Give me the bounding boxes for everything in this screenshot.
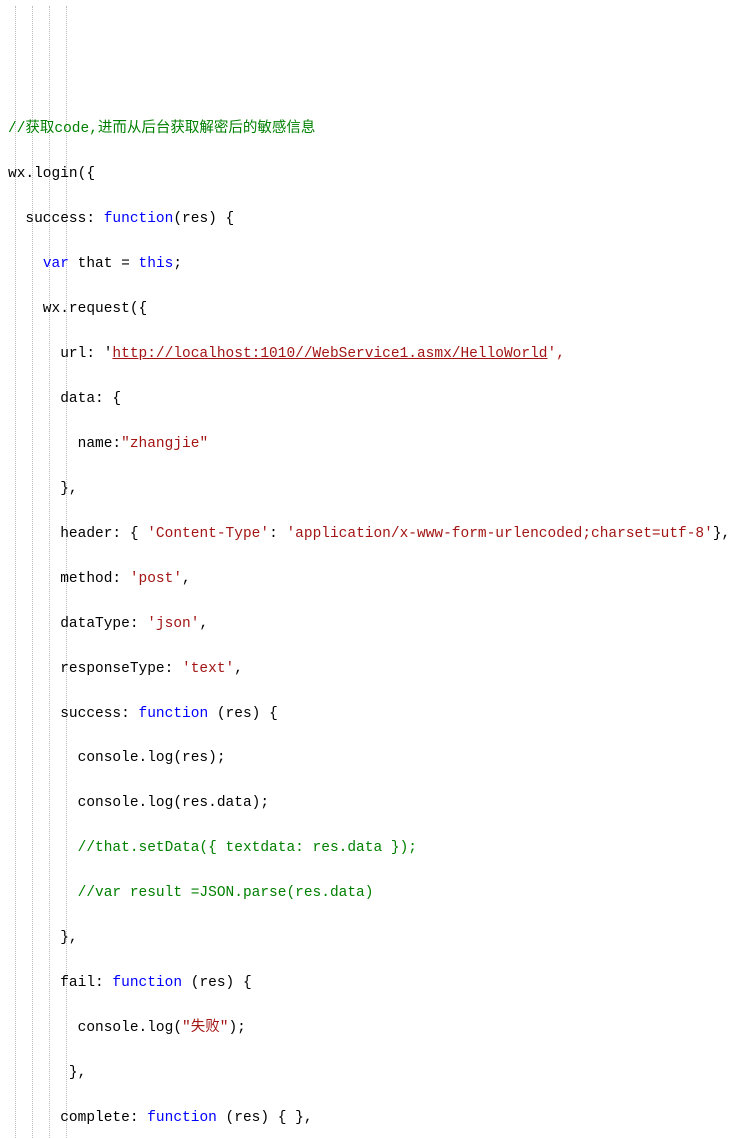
code-line: //var result =JSON.parse(res.data) [6, 882, 752, 904]
code-text: console.log( [8, 1020, 182, 1036]
code-text: }, [8, 1065, 86, 1081]
code-text: (res) { }, [217, 1110, 313, 1126]
code-line: }, [6, 478, 752, 500]
code-text: }, [8, 481, 78, 497]
code-text: console.log(res.data); [8, 795, 269, 811]
code-text: , [199, 616, 208, 632]
code-line: console.log(res.data); [6, 792, 752, 814]
code-line: success: function (res) { [6, 703, 752, 725]
code-text: data: { [8, 391, 121, 407]
string: 'text' [182, 661, 234, 677]
string: "失败" [182, 1020, 228, 1036]
code-text: console.log(res); [8, 750, 226, 766]
code-line: complete: function (res) { }, [6, 1107, 752, 1129]
code-line: fail: function (res) { [6, 972, 752, 994]
code-line: console.log("失败"); [6, 1017, 752, 1039]
code-line: name:"zhangjie" [6, 433, 752, 455]
code-text: : [269, 526, 286, 542]
code-line: dataType: 'json', [6, 613, 752, 635]
url-string: http://localhost:1010//WebService1.asmx/… [112, 346, 547, 362]
code-text: , [182, 571, 191, 587]
code-text: fail: [8, 975, 112, 991]
code-line: responseType: 'text', [6, 658, 752, 680]
code-text: url: ' [8, 346, 112, 362]
code-line: header: { 'Content-Type': 'application/x… [6, 523, 752, 545]
string: "zhangjie" [121, 436, 208, 452]
code-text: name: [8, 436, 121, 452]
indent [8, 256, 43, 272]
code-text: (res) { [182, 975, 252, 991]
code-block: //获取code,进而从后台获取解密后的敏感信息 wx.login({ succ… [6, 6, 752, 1138]
string: 'Content-Type' [147, 526, 269, 542]
code-line: var that = this; [6, 253, 752, 275]
keyword: function [112, 975, 182, 991]
code-text: (res) { [173, 211, 234, 227]
code-text: complete: [8, 1110, 147, 1126]
keyword: function [104, 211, 174, 227]
keyword: function [147, 1110, 217, 1126]
code-line: success: function(res) { [6, 208, 752, 230]
code-line: console.log(res); [6, 747, 752, 769]
code-text: }, [8, 930, 78, 946]
code-text: success: [8, 706, 139, 722]
code-text: that = [69, 256, 139, 272]
code-text: header: { [8, 526, 147, 542]
keyword: this [139, 256, 174, 272]
code-text: wx.login({ [8, 166, 95, 182]
code-text: ; [173, 256, 182, 272]
comment: //var result =JSON.parse(res.data) [8, 885, 373, 901]
string: 'post' [130, 571, 182, 587]
comment: //获取code,进而从后台获取解密后的敏感信息 [8, 121, 315, 137]
code-line: //获取code,进而从后台获取解密后的敏感信息 [6, 118, 752, 140]
keyword: function [139, 706, 209, 722]
code-line: wx.request({ [6, 298, 752, 320]
code-text: }, [713, 526, 730, 542]
string: 'json' [147, 616, 199, 632]
code-text: (res) { [208, 706, 278, 722]
keyword: var [43, 256, 69, 272]
code-text: , [234, 661, 243, 677]
code-text: dataType: [8, 616, 147, 632]
code-line: //that.setData({ textdata: res.data }); [6, 837, 752, 859]
code-line: }, [6, 1062, 752, 1084]
code-text: method: [8, 571, 130, 587]
code-line: }, [6, 927, 752, 949]
code-text: responseType: [8, 661, 182, 677]
code-line: method: 'post', [6, 568, 752, 590]
code-text: wx.request({ [8, 301, 147, 317]
comment: //that.setData({ textdata: res.data }); [8, 840, 417, 856]
string: 'application/x-www-form-urlencoded;chars… [286, 526, 712, 542]
code-text: success: [8, 211, 104, 227]
code-text: ); [228, 1020, 245, 1036]
code-line: url: 'http://localhost:1010//WebService1… [6, 343, 752, 365]
code-line: data: { [6, 388, 752, 410]
string: ', [548, 346, 565, 362]
code-line: wx.login({ [6, 163, 752, 185]
